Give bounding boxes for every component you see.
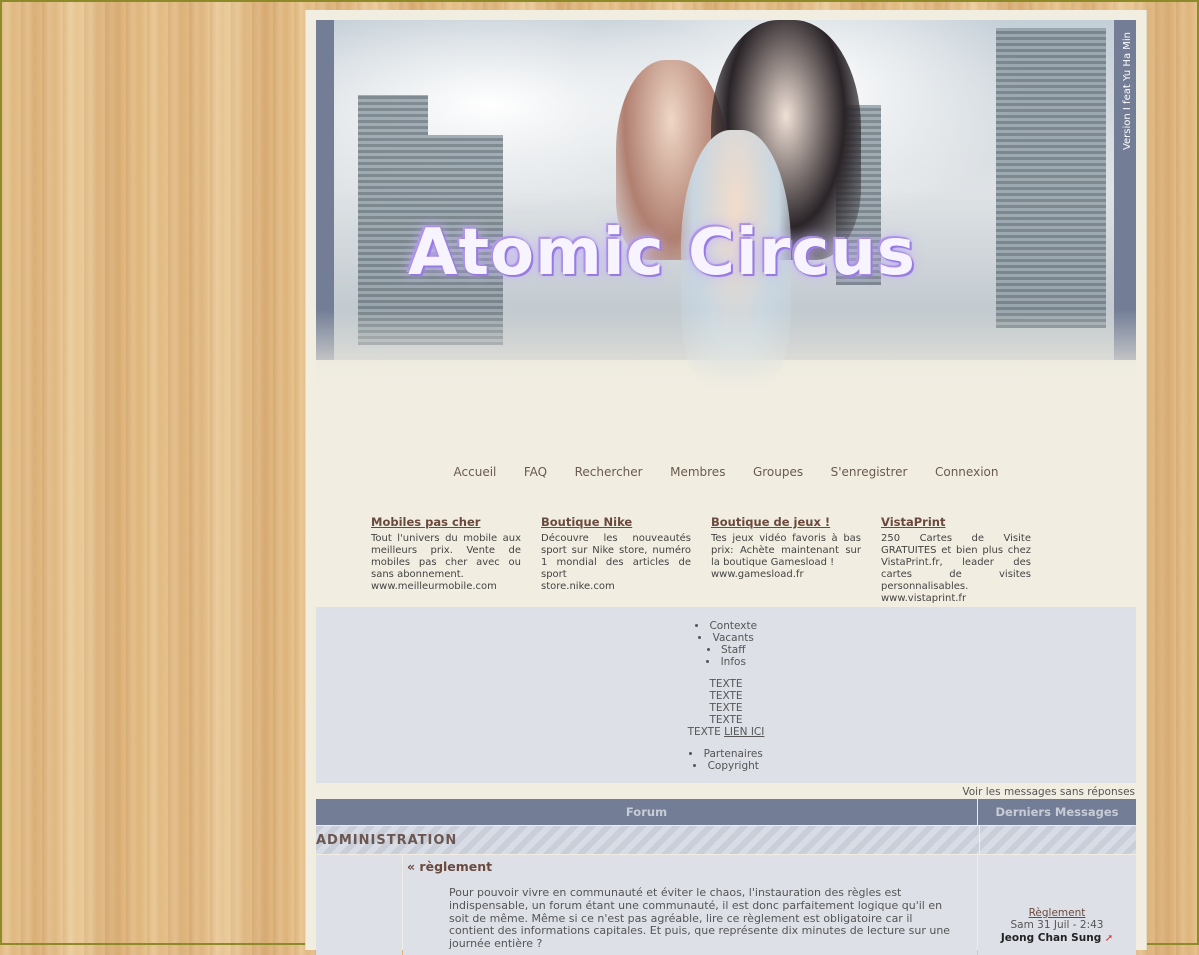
ad-item: VistaPrint 250 Cartes de Visite GRATUITE… <box>881 515 1031 605</box>
ad-item: Boutique Nike Découvre les nouveautés sp… <box>541 515 691 593</box>
banner-edge-left <box>316 20 334 360</box>
context-menu-bottom: Partenaires Copyright <box>316 748 1136 772</box>
last-post-link[interactable]: Règlement <box>978 907 1136 919</box>
nav-connexion[interactable]: Connexion <box>935 465 999 479</box>
forum-name-link[interactable]: « règlement <box>407 859 492 874</box>
context-text: TEXTE <box>709 690 743 702</box>
banner-fade <box>316 310 1136 400</box>
context-item[interactable]: Contexte <box>316 620 1136 632</box>
ad-description: Découvre les nouveautés sport sur Nike s… <box>541 533 691 580</box>
ad-item: Mobiles pas cher Tout l'univers du mobil… <box>371 515 521 593</box>
category-cell <box>979 826 1136 854</box>
ad-description: 250 Cartes de Visite GRATUITES et bien p… <box>881 533 1031 592</box>
context-item[interactable]: Infos <box>316 656 1136 668</box>
context-item[interactable]: Partenaires <box>316 748 1136 760</box>
banner-version-label: Version I feat Yu Ha Min <box>1122 32 1133 151</box>
ad-url: www.gamesload.fr <box>711 569 804 580</box>
table-header: Forum Derniers Messages <box>316 799 1136 825</box>
unanswered-link[interactable]: Voir les messages sans réponses <box>962 786 1135 798</box>
last-post-user[interactable]: Jeong Chan Sung <box>1001 932 1101 944</box>
context-menu-top: Contexte Vacants Staff Infos <box>316 620 1136 668</box>
nav-enregistrer[interactable]: S'enregistrer <box>831 465 908 479</box>
table-row: « règlement Pour pouvoir vivre en commun… <box>316 855 1136 955</box>
context-item[interactable]: Copyright <box>316 760 1136 772</box>
ad-description: Tes jeux vidéo favoris à bas prix: Achèt… <box>711 533 861 568</box>
nav-accueil[interactable]: Accueil <box>454 465 497 479</box>
ad-title-link[interactable]: VistaPrint <box>881 515 1031 529</box>
header-banner[interactable]: Atomic Circus Version I feat Yu Ha Min <box>316 20 1136 400</box>
column-header-last: Derniers Messages <box>978 799 1136 825</box>
context-text: TEXTE <box>687 726 721 738</box>
ad-title-link[interactable]: Boutique de jeux ! <box>711 515 861 529</box>
ad-item: Boutique de jeux ! Tes jeux vidéo favori… <box>711 515 861 581</box>
ad-url: www.vistaprint.fr <box>881 593 967 604</box>
context-box: Contexte Vacants Staff Infos TEXTE TEXTE… <box>316 607 1136 783</box>
column-header-forum: Forum <box>316 799 977 825</box>
nav-membres[interactable]: Membres <box>670 465 725 479</box>
context-text: TEXTE <box>709 714 743 726</box>
forum-icon-cell <box>316 855 402 955</box>
context-item[interactable]: Staff <box>316 644 1136 656</box>
context-link[interactable]: LIEN ICI <box>724 726 764 738</box>
context-text: TEXTE <box>709 702 743 714</box>
category-row: ADMINISTRATION <box>316 826 1136 854</box>
page-wrapper: Atomic Circus Version I feat Yu Ha Min A… <box>305 10 1147 955</box>
forum-cell: « règlement Pour pouvoir vivre en commun… <box>403 855 977 955</box>
context-link-line: TEXTE LIEN ICI <box>316 726 1136 738</box>
category-title[interactable]: ADMINISTRATION <box>316 833 457 848</box>
nav-rechercher[interactable]: Rechercher <box>575 465 643 479</box>
last-post-cell: Règlement Sam 31 Juil - 2:43 Jeong Chan … <box>978 855 1136 955</box>
banner-title: Atomic Circus <box>408 216 916 290</box>
context-text: TEXTE <box>709 678 743 690</box>
main-nav: Accueil FAQ Rechercher Membres Groupes S… <box>306 465 1146 479</box>
ad-title-link[interactable]: Boutique Nike <box>541 515 691 529</box>
ad-title-link[interactable]: Mobiles pas cher <box>371 515 521 529</box>
last-post-date: Sam 31 Juil - 2:43 <box>1010 919 1104 931</box>
banner-building <box>996 28 1106 328</box>
ad-url: store.nike.com <box>541 581 615 592</box>
ad-description: Tout l'univers du mobile aux meilleurs p… <box>371 533 521 580</box>
nav-groupes[interactable]: Groupes <box>753 465 803 479</box>
context-item[interactable]: Vacants <box>316 632 1136 644</box>
nav-faq[interactable]: FAQ <box>524 465 547 479</box>
forum-description: Pour pouvoir vivre en communauté et évit… <box>449 886 951 951</box>
goto-post-icon[interactable]: ➚ <box>1105 933 1113 944</box>
ad-url: www.meilleurmobile.com <box>371 581 497 592</box>
